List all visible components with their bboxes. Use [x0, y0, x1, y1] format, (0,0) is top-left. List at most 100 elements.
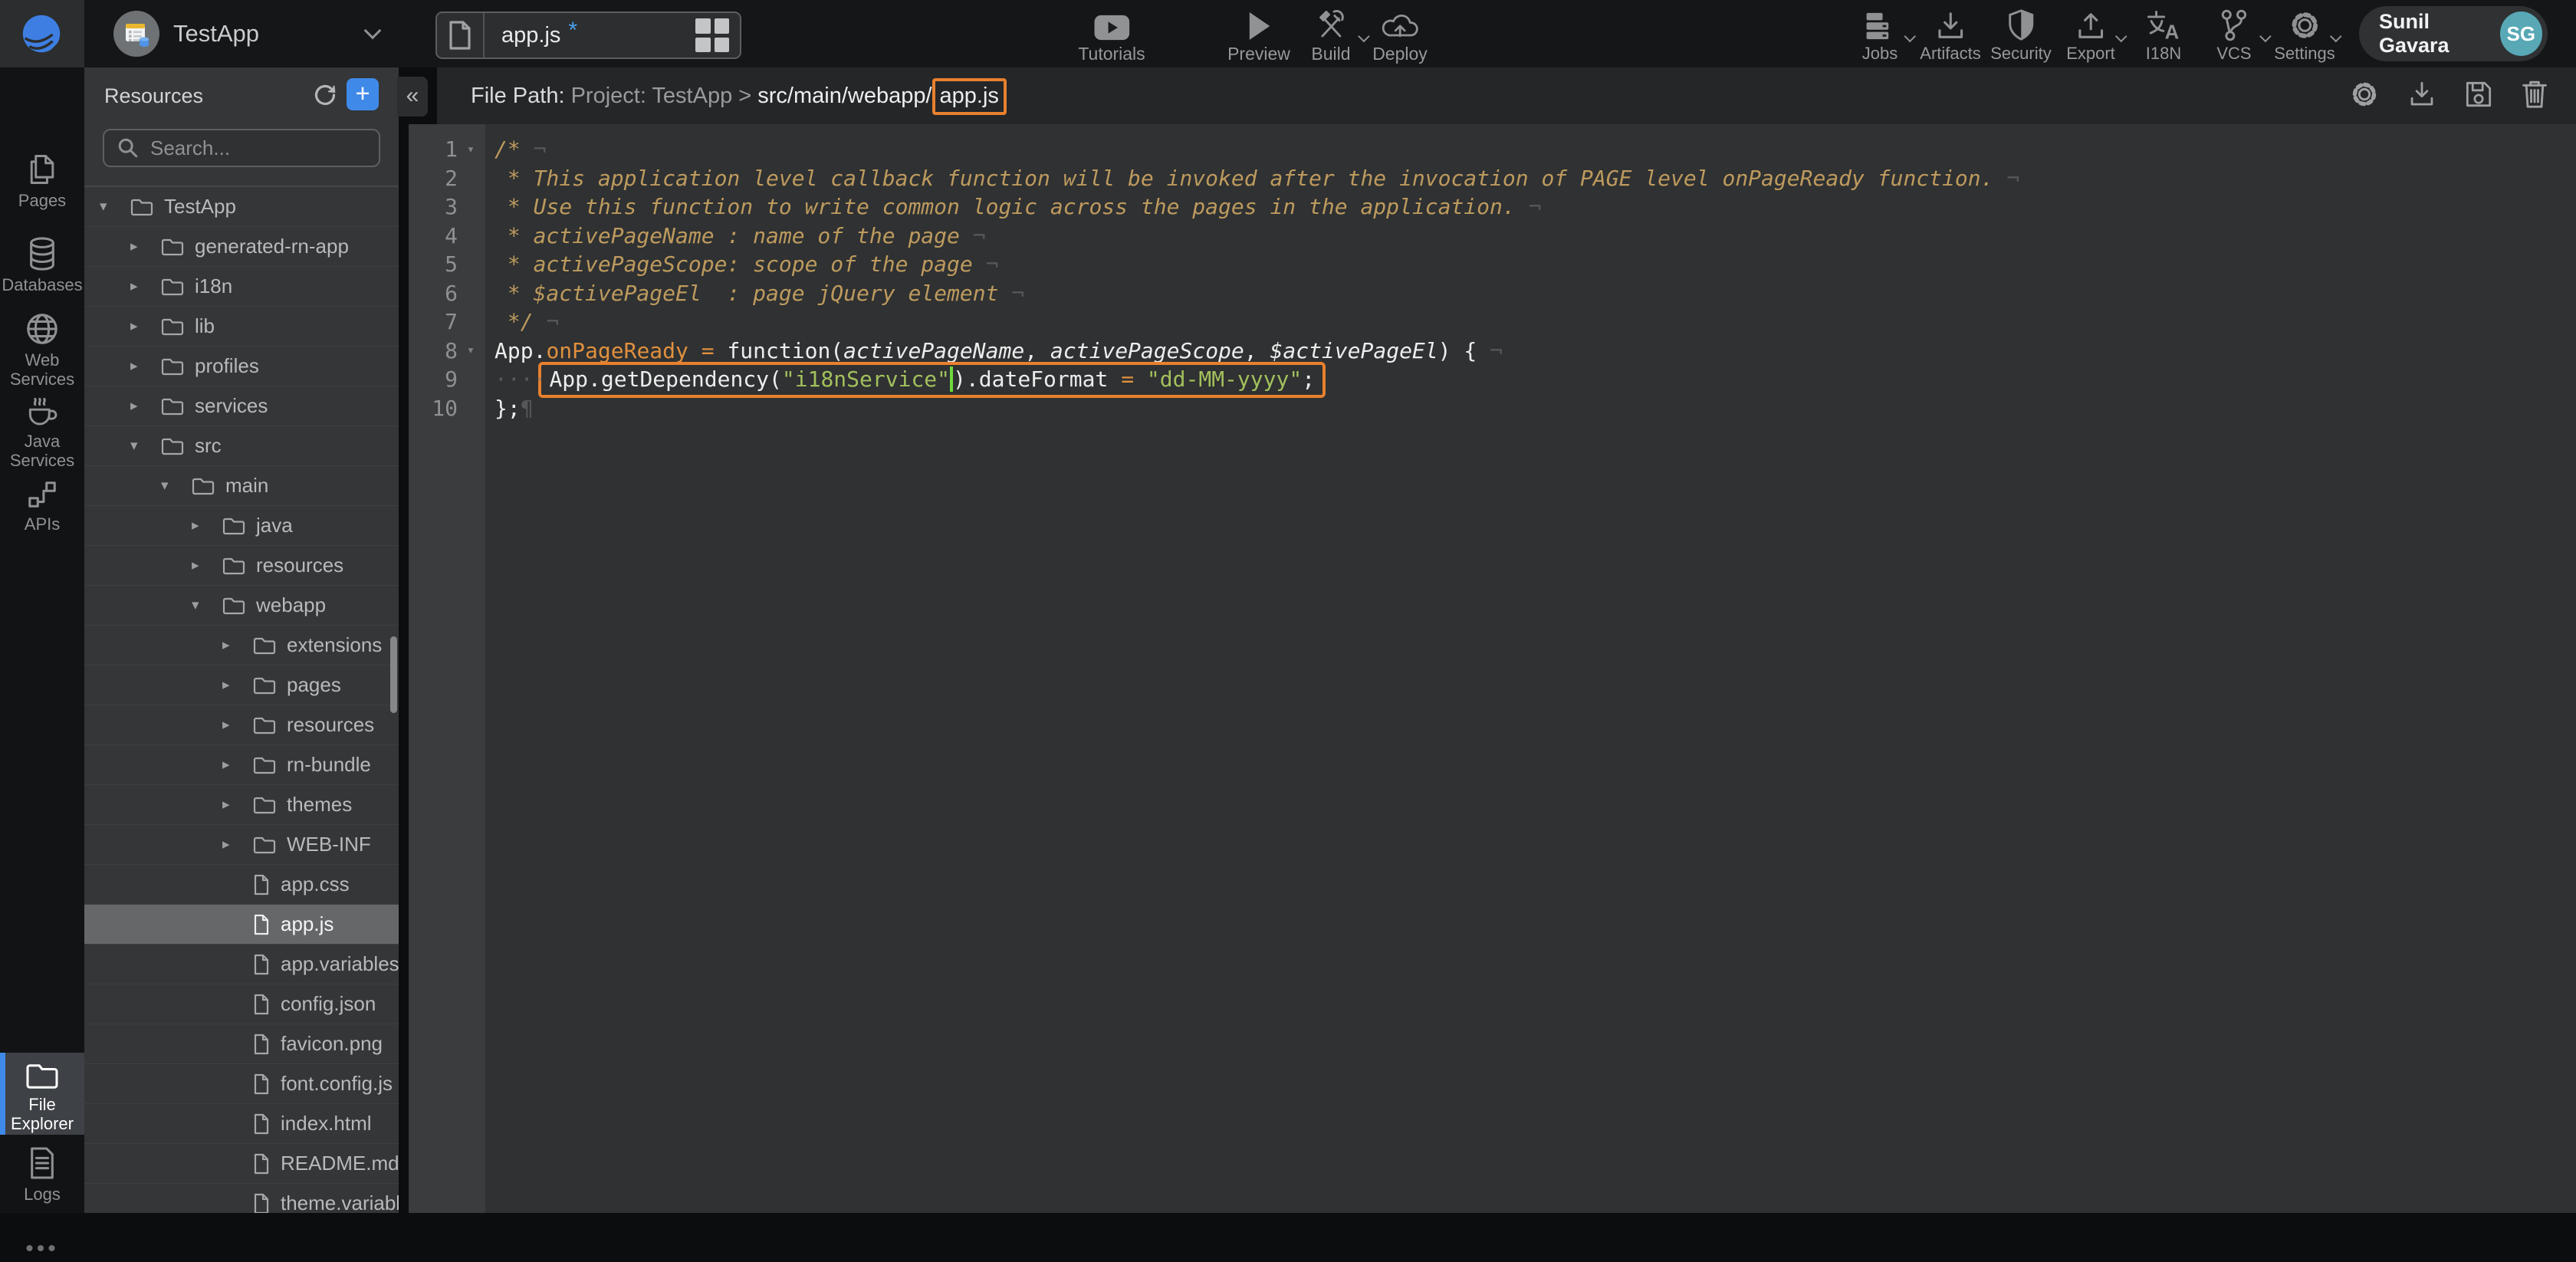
expand-arrow-icon[interactable]: ▸: [222, 716, 253, 734]
tree-row-lib[interactable]: ▸lib: [84, 307, 399, 347]
security-button[interactable]: Security: [1990, 7, 2051, 63]
wavemaker-logo[interactable]: [0, 0, 84, 67]
deploy-button[interactable]: Deploy: [1372, 7, 1428, 63]
export-button[interactable]: Export: [2066, 7, 2115, 63]
tree-row-index.html[interactable]: index.html: [84, 1104, 399, 1144]
build-button[interactable]: Build: [1311, 7, 1350, 63]
resource-search[interactable]: [103, 129, 380, 167]
tutorials-button[interactable]: Tutorials: [1078, 7, 1145, 63]
fold-arrow-icon[interactable]: ▾: [458, 142, 484, 157]
code-line-1[interactable]: 1▾/* ¬: [409, 135, 2576, 164]
tree-row-app.css[interactable]: app.css: [84, 865, 399, 905]
expand-arrow-icon[interactable]: ▸: [130, 278, 161, 295]
code-line-3[interactable]: 3 * Use this function to write common lo…: [409, 192, 2576, 222]
tree-row-config.json[interactable]: config.json: [84, 984, 399, 1024]
tree-row-src[interactable]: ▾src: [84, 426, 399, 466]
sidebar-item-file-explorer[interactable]: File Explorer: [0, 1053, 84, 1135]
preview-button[interactable]: Preview: [1227, 7, 1290, 63]
tree-row-WEB-INF[interactable]: ▸WEB-INF: [84, 825, 399, 865]
tree-row-resources[interactable]: ▸resources: [84, 705, 399, 745]
tree-row-themes[interactable]: ▸themes: [84, 785, 399, 825]
artifacts-button[interactable]: Artifacts: [1920, 7, 1980, 63]
expand-arrow-icon[interactable]: ▸: [222, 676, 253, 694]
code-line-5[interactable]: 5 * activePageScope: scope of the page ¬: [409, 250, 2576, 279]
tree-row-rn-bundle[interactable]: ▸rn-bundle: [84, 745, 399, 785]
code-line-7[interactable]: 7 */ ¬: [409, 307, 2576, 337]
sidebar-item-pages[interactable]: Pages: [0, 147, 84, 210]
project-avatar[interactable]: [113, 11, 159, 57]
sidebar-item-apis[interactable]: APIs: [0, 474, 84, 534]
sidebar-item-web-services[interactable]: Web Services: [0, 307, 84, 389]
refresh-button[interactable]: [311, 81, 340, 110]
tree-row-favicon.png[interactable]: favicon.png: [84, 1024, 399, 1064]
search-input[interactable]: [149, 136, 356, 161]
expand-arrow-icon[interactable]: ▸: [130, 317, 161, 335]
build-chevron-icon[interactable]: [1358, 31, 1370, 43]
project-name[interactable]: TestApp: [173, 0, 259, 67]
code-text: /* ¬: [485, 136, 546, 162]
tree-row-main[interactable]: ▾main: [84, 466, 399, 506]
expand-arrow-icon[interactable]: ▸: [130, 238, 161, 255]
grid-view-icon[interactable]: [695, 18, 729, 52]
tree-row-font.config.js[interactable]: font.config.js: [84, 1064, 399, 1104]
settings-chevron-icon[interactable]: [2330, 31, 2342, 43]
tree-row-resources[interactable]: ▸resources: [84, 546, 399, 586]
code-line-2[interactable]: 2 * This application level callback func…: [409, 164, 2576, 193]
tree-row-java[interactable]: ▸java: [84, 506, 399, 546]
tree-scrollbar-thumb[interactable]: [390, 636, 397, 713]
tree-row-services[interactable]: ▸services: [84, 386, 399, 426]
expand-arrow-icon[interactable]: ▸: [192, 557, 222, 574]
code-editor[interactable]: 1▾/* ¬2 * This application level callbac…: [409, 124, 2576, 1213]
save-file-icon[interactable]: [2464, 80, 2493, 113]
resources-panel: Resources + ▾TestApp▸generated-rn-app▸i1…: [84, 67, 399, 1213]
jobs-chevron-icon[interactable]: [1904, 31, 1917, 43]
expand-arrow-icon[interactable]: ▸: [222, 836, 253, 853]
add-resource-button[interactable]: +: [347, 78, 379, 110]
tree-row-TestApp[interactable]: ▾TestApp: [84, 187, 399, 227]
tree-row-app.js[interactable]: app.js: [84, 905, 399, 945]
collapse-arrow-icon[interactable]: ▾: [100, 198, 130, 215]
fold-arrow-icon[interactable]: ▾: [458, 343, 484, 358]
code-line-9[interactable]: 9····App.getDependency("i18nService").da…: [409, 365, 2576, 394]
user-menu[interactable]: Sunil Gavara SG: [2359, 6, 2548, 61]
expand-arrow-icon[interactable]: ▸: [222, 756, 253, 774]
settings-button[interactable]: Settings: [2274, 7, 2335, 63]
project-switcher-chevron-icon[interactable]: [364, 22, 382, 40]
code-line-8[interactable]: 8▾App.onPageReady = function(activePageN…: [409, 337, 2576, 366]
collapse-panel-button[interactable]: «: [397, 77, 428, 117]
tree-row-README.md[interactable]: README.md: [84, 1144, 399, 1184]
code-line-10[interactable]: 10};¶: [409, 394, 2576, 423]
vcs-chevron-icon[interactable]: [2259, 31, 2272, 43]
expand-arrow-icon[interactable]: ▸: [222, 636, 253, 654]
collapse-arrow-icon[interactable]: ▾: [161, 477, 192, 495]
tree-row-i18n[interactable]: ▸i18n: [84, 267, 399, 307]
delete-file-icon[interactable]: [2521, 79, 2548, 113]
tree-row-theme.variables.js[interactable]: theme.variables.js: [84, 1184, 399, 1213]
tree-row-pages[interactable]: ▸pages: [84, 666, 399, 705]
sidebar-item-java-services[interactable]: Java Services: [0, 389, 84, 470]
code-line-4[interactable]: 4 * activePageName : name of the page ¬: [409, 222, 2576, 251]
i18n-button[interactable]: A I18N: [2146, 7, 2181, 63]
code-line-6[interactable]: 6 * $activePageEl : page jQuery element …: [409, 279, 2576, 308]
tree-row-app.variables.js[interactable]: app.variables.js: [84, 945, 399, 984]
tree-row-generated-rn-app[interactable]: ▸generated-rn-app: [84, 227, 399, 267]
collapse-arrow-icon[interactable]: ▾: [130, 437, 161, 455]
expand-arrow-icon[interactable]: ▸: [192, 517, 222, 534]
sidebar-item-databases[interactable]: Databases: [0, 232, 84, 294]
sidebar-item-logs[interactable]: Logs: [0, 1141, 84, 1204]
jobs-button[interactable]: Jobs: [1862, 7, 1898, 63]
tree-row-extensions[interactable]: ▸extensions: [84, 626, 399, 666]
download-file-icon[interactable]: [2407, 80, 2436, 113]
collapse-arrow-icon[interactable]: ▾: [192, 596, 222, 614]
more-options-button[interactable]: •••: [0, 1236, 84, 1262]
expand-arrow-icon[interactable]: ▸: [222, 796, 253, 813]
expand-arrow-icon[interactable]: ▸: [130, 357, 161, 375]
open-file-tab[interactable]: app.js *: [435, 12, 741, 59]
vcs-button[interactable]: VCS: [2216, 7, 2251, 63]
export-chevron-icon[interactable]: [2115, 31, 2128, 43]
code-text: */ ¬: [485, 309, 559, 334]
tree-row-webapp[interactable]: ▾webapp: [84, 586, 399, 626]
expand-arrow-icon[interactable]: ▸: [130, 397, 161, 415]
editor-settings-gear-icon[interactable]: [2349, 79, 2380, 113]
tree-row-profiles[interactable]: ▸profiles: [84, 347, 399, 386]
